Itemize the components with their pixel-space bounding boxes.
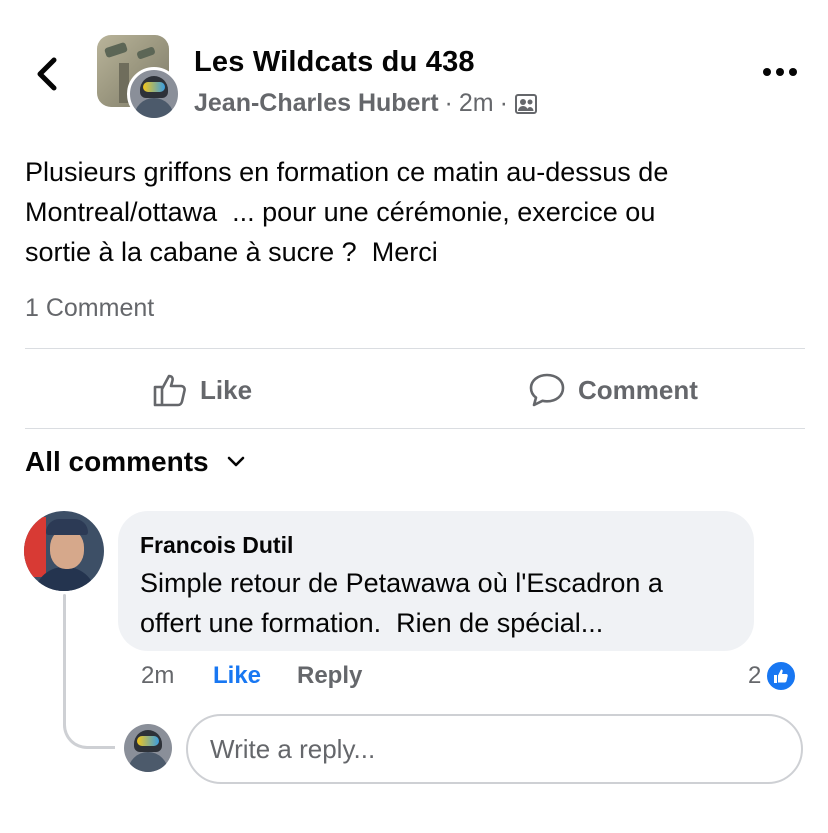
group-members-icon bbox=[514, 93, 537, 114]
author-avatar[interactable] bbox=[127, 67, 181, 121]
comment-count[interactable]: 1 Comment bbox=[25, 294, 154, 323]
post-time[interactable]: 2m bbox=[459, 89, 494, 118]
divider bbox=[25, 428, 805, 429]
thumbs-up-outline-icon bbox=[153, 374, 186, 407]
comment-bubble: Francois Dutil Simple retour de Petawawa… bbox=[118, 511, 754, 651]
reaction-count: 2 bbox=[748, 662, 762, 689]
chevron-down-icon bbox=[227, 456, 244, 467]
reply-placeholder: Write a reply... bbox=[210, 733, 376, 764]
comment-text: Simple retour de Petawawa où l'Escadron … bbox=[140, 568, 663, 638]
speech-bubble-icon bbox=[529, 373, 565, 407]
comment-reply-button[interactable]: Reply bbox=[297, 662, 362, 690]
thread-line bbox=[63, 721, 115, 749]
commenter-name[interactable]: Francois Dutil bbox=[140, 532, 732, 559]
group-name[interactable]: Les Wildcats du 438 bbox=[194, 46, 475, 79]
all-comments-filter[interactable]: All comments bbox=[25, 446, 245, 478]
comment-time[interactable]: 2m bbox=[141, 662, 174, 690]
comment-label: Comment bbox=[578, 374, 698, 405]
all-comments-title: All comments bbox=[25, 446, 209, 477]
like-label: Like bbox=[200, 374, 253, 405]
more-options-button[interactable] bbox=[760, 60, 800, 84]
back-button[interactable] bbox=[30, 52, 64, 96]
post-text: Plusieurs griffons en formation ce matin… bbox=[25, 157, 669, 267]
current-user-avatar[interactable] bbox=[124, 724, 172, 772]
post-meta: Jean-Charles Hubert · 2m · bbox=[194, 89, 538, 118]
meta-separator: · bbox=[499, 89, 508, 117]
thread-line bbox=[63, 594, 66, 724]
divider bbox=[25, 348, 805, 349]
reply-input[interactable]: Write a reply... bbox=[186, 714, 803, 784]
comment-button[interactable]: Comment bbox=[528, 366, 698, 414]
author-name[interactable]: Jean-Charles Hubert bbox=[194, 89, 439, 118]
more-dots-icon bbox=[763, 68, 797, 76]
commenter-avatar[interactable] bbox=[24, 511, 104, 591]
like-button[interactable]: Like bbox=[152, 366, 252, 414]
comment-reactions[interactable]: 2 bbox=[748, 660, 798, 692]
thumbs-up-icon bbox=[765, 660, 798, 692]
comment-like-button[interactable]: Like bbox=[213, 662, 261, 690]
chevron-left-icon bbox=[37, 57, 57, 91]
meta-separator: · bbox=[444, 89, 453, 117]
